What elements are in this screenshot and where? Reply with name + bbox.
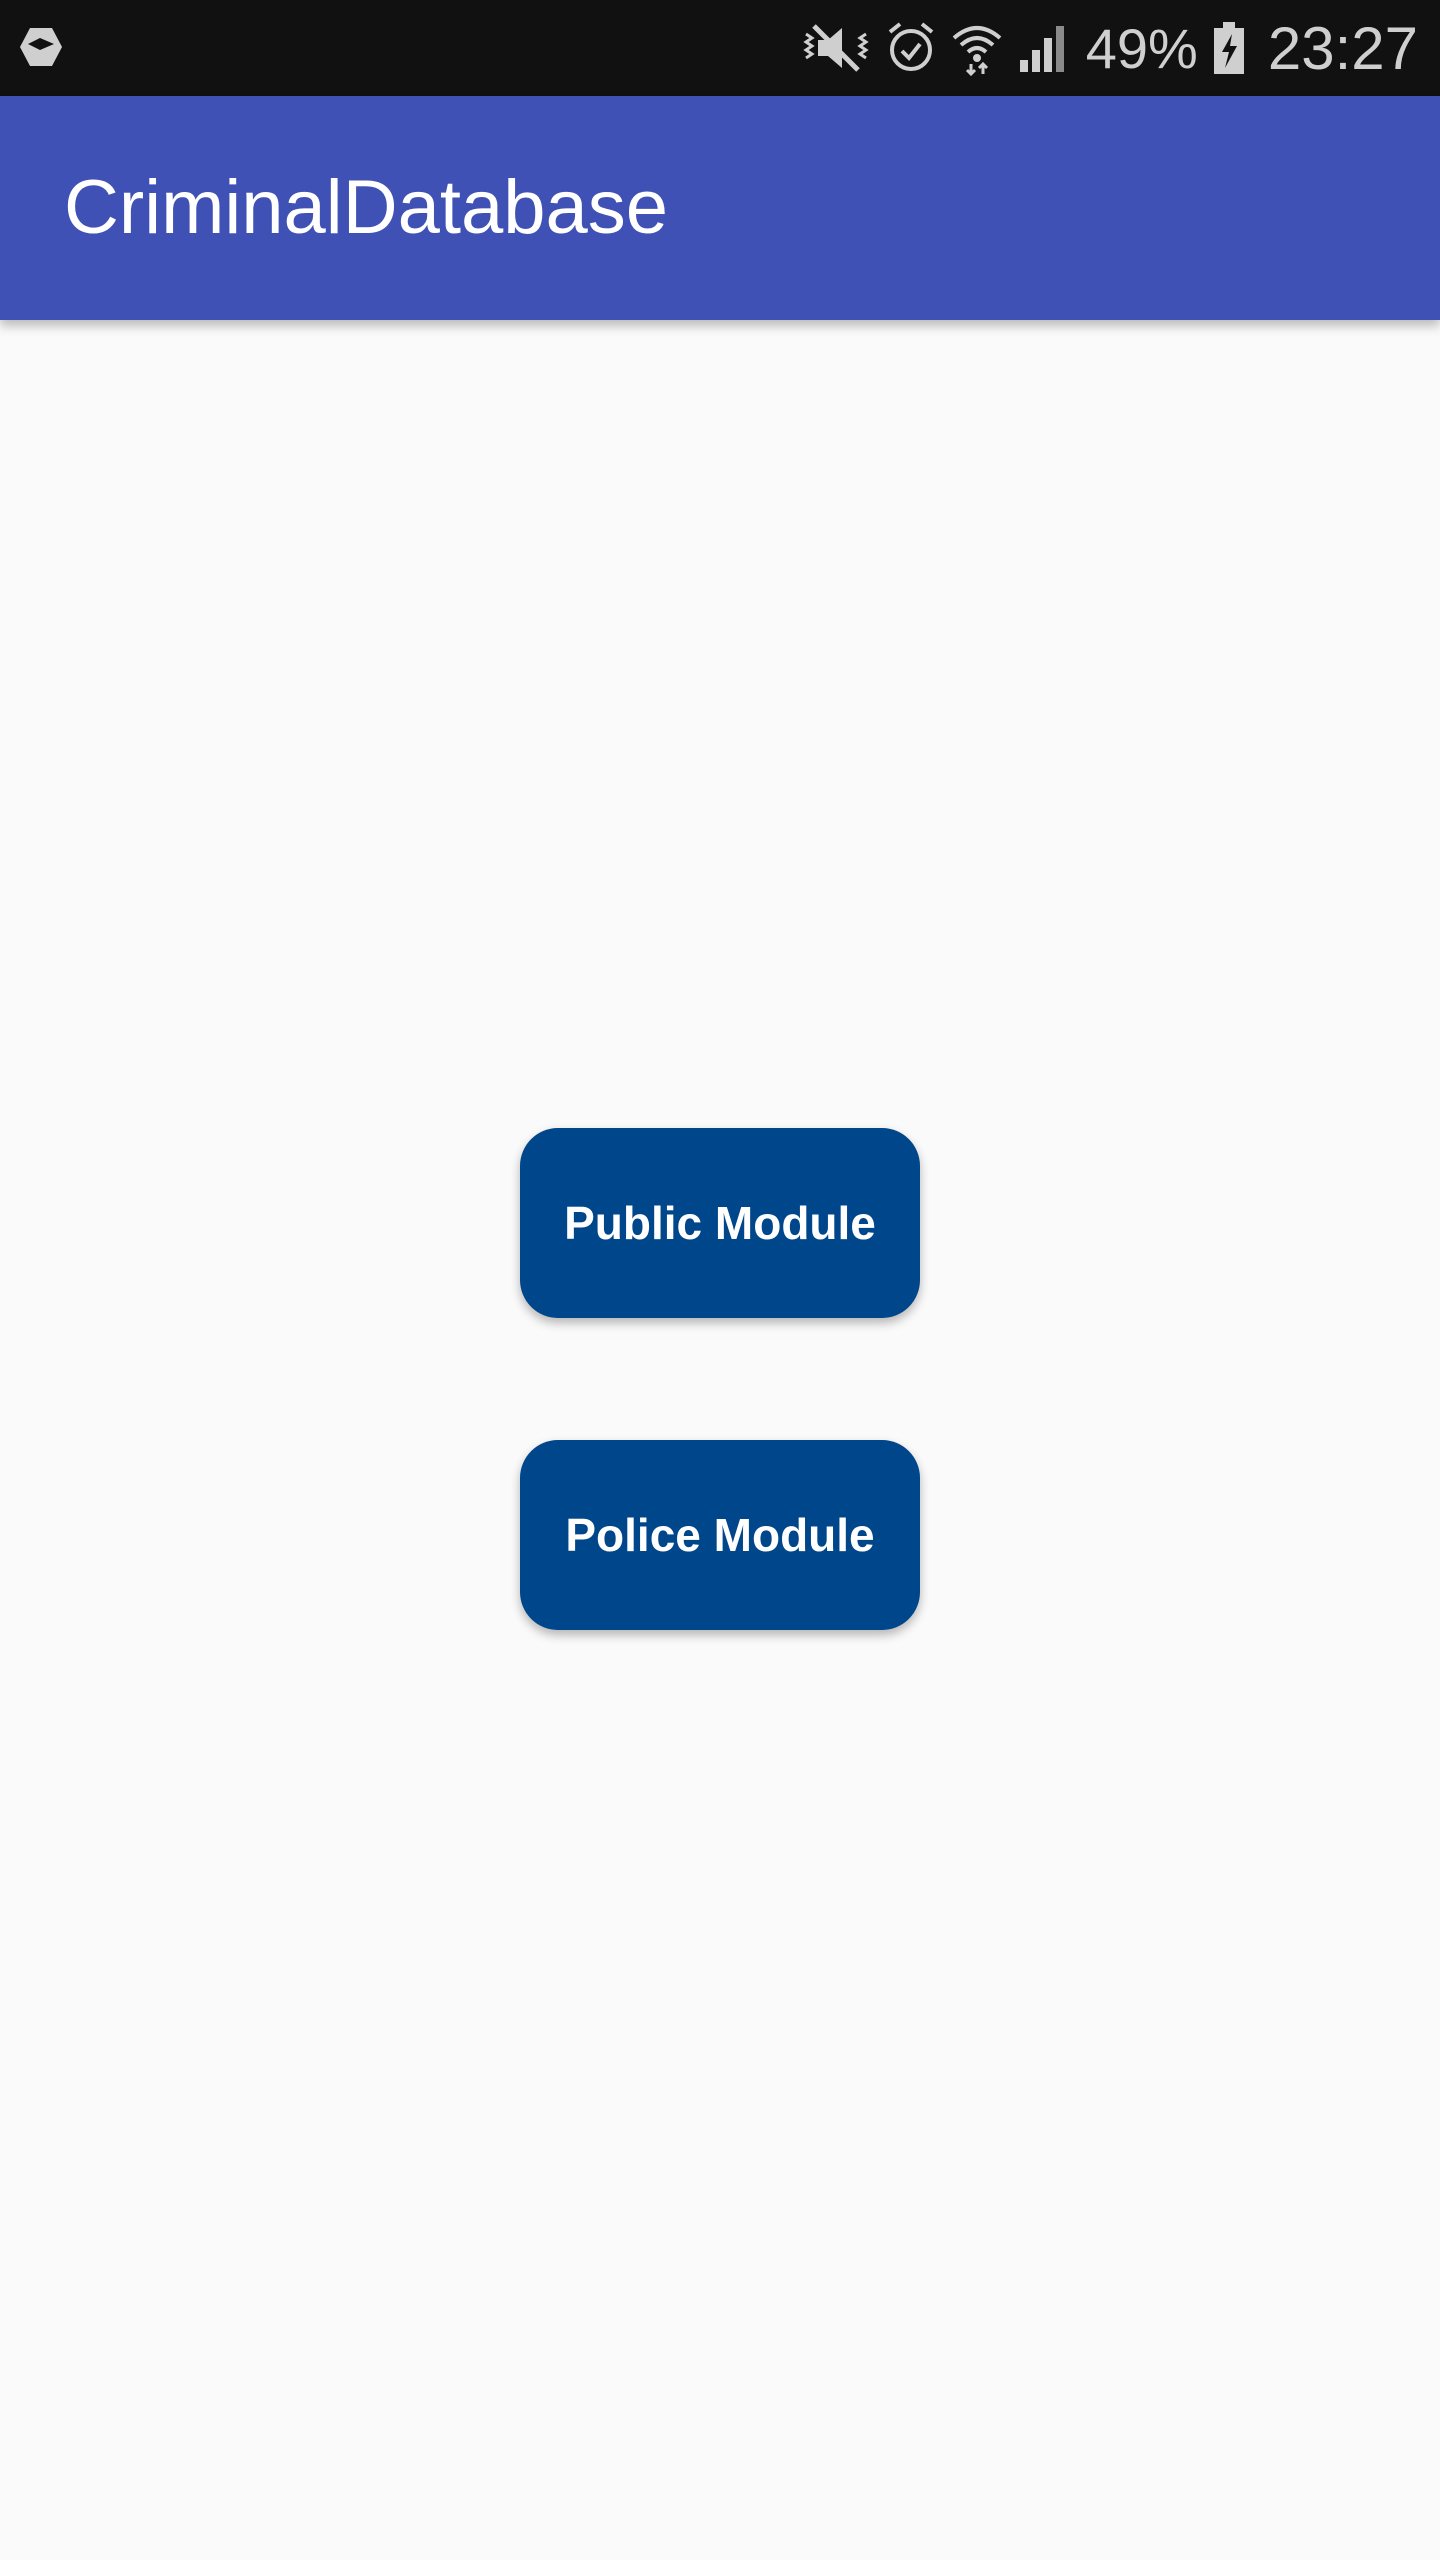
main-content: Public Module Police Module xyxy=(0,320,1440,2560)
app-bar: CriminalDatabase xyxy=(0,96,1440,320)
battery-percent: 49% xyxy=(1085,16,1198,80)
police-module-button[interactable]: Police Module xyxy=(520,1440,920,1630)
battery-charging-icon xyxy=(1212,20,1246,76)
status-bar: 49% 23:27 xyxy=(0,0,1440,96)
alarm-icon xyxy=(886,20,936,76)
signal-icon xyxy=(1018,20,1068,76)
clock: 23:27 xyxy=(1267,14,1418,82)
public-module-button[interactable]: Public Module xyxy=(520,1128,920,1318)
app-title: CriminalDatabase xyxy=(64,165,669,250)
status-icons: 49% 23:27 xyxy=(800,0,1418,96)
app-notification-icon xyxy=(18,24,64,70)
vibrate-mute-icon xyxy=(800,20,872,76)
wifi-icon xyxy=(950,20,1004,76)
